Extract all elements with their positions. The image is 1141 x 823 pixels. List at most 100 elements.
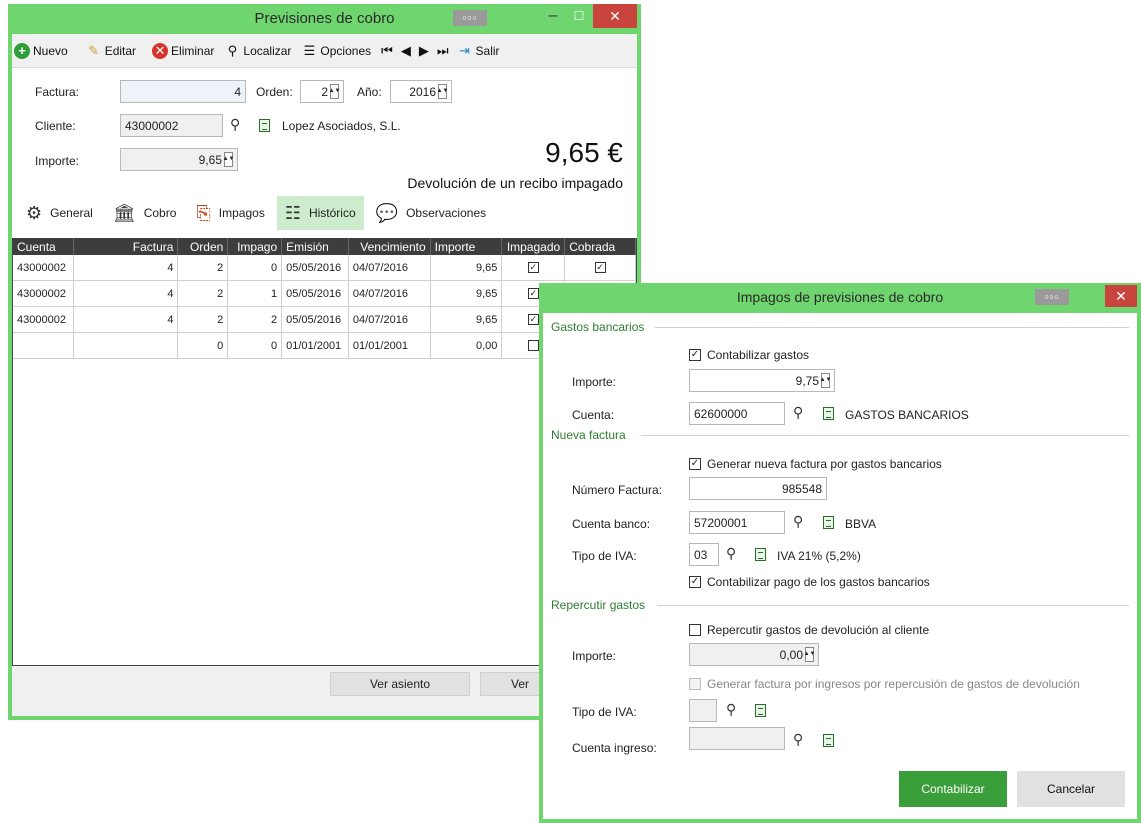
tab-historico[interactable]: ☷ Histórico	[276, 196, 364, 230]
rep-tipo-iva-search-icon[interactable]: ⚲	[726, 701, 736, 718]
factura-field[interactable]: 4	[120, 80, 246, 103]
col-header[interactable]: Impago	[228, 238, 283, 255]
orden-stepper[interactable]: 2 ▲▼	[300, 80, 344, 103]
dlg-cuenta-field[interactable]: 62600000	[689, 402, 785, 425]
table-cell-impago[interactable]: 0	[228, 333, 283, 358]
dialog-titlebar[interactable]: Impagos de previsiones de cobro ooo ✕	[539, 283, 1141, 311]
table-cell-cuenta[interactable]: 43000002	[13, 281, 74, 306]
cliente-field[interactable]: 43000002	[120, 114, 223, 137]
col-header[interactable]: Factura	[74, 238, 179, 255]
numero-factura-field[interactable]: 985548	[689, 477, 827, 500]
table-cell-orden[interactable]: 2	[178, 281, 229, 306]
last-record-icon[interactable]: ⏭	[437, 43, 449, 59]
col-header[interactable]: Cuenta	[13, 238, 74, 255]
nuevo-button[interactable]: + Nuevo	[14, 42, 68, 59]
cuenta-search-icon[interactable]: ⚲	[793, 404, 803, 421]
table-cell-importe[interactable]: 9,65	[431, 307, 503, 332]
table-cell-importe[interactable]: 9,65	[431, 255, 503, 280]
rep-tipo-iva-field[interactable]	[689, 699, 717, 722]
generar-factura-checkbox[interactable]: ✓ Generar nueva factura por gastos banca…	[689, 457, 942, 471]
tab-cobro[interactable]: 🏛 Cobro	[105, 196, 185, 230]
minimize-icon[interactable]: –	[539, 4, 567, 28]
salir-button[interactable]: ⇥ Salir	[457, 43, 499, 59]
col-header[interactable]: Impagado	[502, 238, 566, 255]
tipo-iva-search-icon[interactable]: ⚲	[726, 545, 736, 562]
rep-tipo-iva-document-icon[interactable]	[755, 704, 766, 717]
cuenta-document-icon[interactable]	[823, 407, 834, 420]
tab-general[interactable]: ⚙ General	[18, 196, 101, 230]
editar-button[interactable]: ✎ Editar	[86, 43, 136, 59]
first-record-icon[interactable]: ⏮	[381, 43, 393, 59]
rep-importe-stepper[interactable]: 0,00 ▲▼	[689, 643, 819, 666]
table-cell-impagado[interactable]: ✓	[502, 255, 566, 280]
dialog-close-icon[interactable]: ✕	[1105, 285, 1137, 307]
importe-stepper[interactable]: 9,65 ▲▼	[120, 148, 238, 171]
table-cell-impago[interactable]: 1	[228, 281, 283, 306]
table-cell-cuenta[interactable]	[13, 333, 74, 358]
cuenta-banco-document-icon[interactable]	[823, 516, 834, 529]
table-cell-cobrada[interactable]: ✓	[565, 255, 636, 280]
cuenta-ingreso-search-icon[interactable]: ⚲	[793, 731, 803, 748]
previous-record-icon[interactable]: ◀	[401, 43, 411, 59]
col-header[interactable]: Vencimiento	[349, 238, 431, 255]
table-cell-emision[interactable]: 05/05/2016	[282, 307, 349, 332]
cuenta-banco-field[interactable]: 57200001	[689, 511, 785, 534]
table-cell-orden[interactable]: 2	[178, 307, 229, 332]
col-header[interactable]: Cobrada	[565, 238, 636, 255]
cancelar-button[interactable]: Cancelar	[1017, 771, 1125, 807]
tab-observaciones[interactable]: 💬 Observaciones	[368, 196, 494, 230]
table-cell-importe[interactable]: 0,00	[431, 333, 503, 358]
table-cell-impago[interactable]: 0	[228, 255, 283, 280]
next-record-icon[interactable]: ▶	[419, 43, 429, 59]
dlg-importe-spin-icon[interactable]: ▲▼	[820, 373, 831, 388]
table-cell-cuenta[interactable]: 43000002	[13, 255, 74, 280]
eliminar-button[interactable]: ✕ Eliminar	[152, 42, 214, 59]
table-cell-factura[interactable]	[74, 333, 179, 358]
table-cell-orden[interactable]: 2	[178, 255, 229, 280]
maximize-icon[interactable]: ☐	[565, 4, 593, 28]
table-cell-orden[interactable]: 0	[178, 333, 229, 358]
table-cell-vencimiento[interactable]: 04/07/2016	[349, 307, 431, 332]
contabilizar-gastos-checkbox[interactable]: ✓ Contabilizar gastos	[689, 348, 809, 362]
tipo-iva-document-icon[interactable]	[755, 548, 766, 561]
anio-spin-icon[interactable]: ▲▼	[437, 84, 448, 99]
checkbox-checked-icon[interactable]: ✓	[527, 288, 539, 299]
table-cell-emision[interactable]: 05/05/2016	[282, 281, 349, 306]
contabilizar-button[interactable]: Contabilizar	[899, 771, 1007, 807]
table-cell-emision[interactable]: 01/01/2001	[282, 333, 349, 358]
tab-impagos[interactable]: ⎘ Impagos	[188, 196, 272, 230]
importe-spin-icon[interactable]: ▲▼	[223, 152, 234, 167]
checkbox-unchecked-icon[interactable]	[527, 340, 539, 351]
checkbox-checked-icon[interactable]: ✓	[527, 314, 539, 325]
cliente-document-icon[interactable]	[259, 119, 270, 132]
table-cell-cuenta[interactable]: 43000002	[13, 307, 74, 332]
col-header[interactable]: Importe	[431, 238, 503, 255]
generar-factura-ingresos-checkbox[interactable]: Generar factura por ingresos por repercu…	[689, 677, 1080, 691]
table-cell-factura[interactable]: 4	[74, 255, 179, 280]
cliente-search-icon[interactable]: ⚲	[230, 116, 240, 133]
tipo-iva-field[interactable]: 03	[689, 543, 719, 566]
close-icon[interactable]: ✕	[593, 4, 637, 28]
table-cell-vencimiento[interactable]: 01/01/2001	[349, 333, 431, 358]
opciones-button[interactable]: ☰ Opciones	[301, 43, 372, 59]
table-cell-emision[interactable]: 05/05/2016	[282, 255, 349, 280]
dlg-importe-stepper[interactable]: 9,75 ▲▼	[689, 369, 835, 392]
orden-spin-icon[interactable]: ▲▼	[329, 84, 340, 99]
localizar-button[interactable]: ⚲ Localizar	[224, 43, 292, 59]
col-header[interactable]: Emisión	[282, 238, 349, 255]
rep-importe-spin-icon[interactable]: ▲▼	[804, 647, 815, 662]
table-cell-factura[interactable]: 4	[74, 307, 179, 332]
table-cell-impago[interactable]: 2	[228, 307, 283, 332]
table-cell-importe[interactable]: 9,65	[431, 281, 503, 306]
repercutir-checkbox[interactable]: Repercutir gastos de devolución al clien…	[689, 623, 929, 637]
checkbox-checked-icon[interactable]: ✓	[594, 262, 606, 273]
table-cell-factura[interactable]: 4	[74, 281, 179, 306]
checkbox-checked-icon[interactable]: ✓	[527, 262, 539, 273]
table-cell-vencimiento[interactable]: 04/07/2016	[349, 255, 431, 280]
col-header[interactable]: Orden	[178, 238, 229, 255]
cuenta-banco-search-icon[interactable]: ⚲	[793, 513, 803, 530]
cuenta-ingreso-field[interactable]	[689, 727, 785, 750]
main-titlebar[interactable]: Previsiones de cobro ooo – ☐ ✕	[8, 4, 641, 32]
anio-stepper[interactable]: 2016 ▲▼	[390, 80, 452, 103]
table-row[interactable]: 43000002 4 2 0 05/05/2016 04/07/2016 9,65 ✓ ✓	[13, 255, 636, 281]
